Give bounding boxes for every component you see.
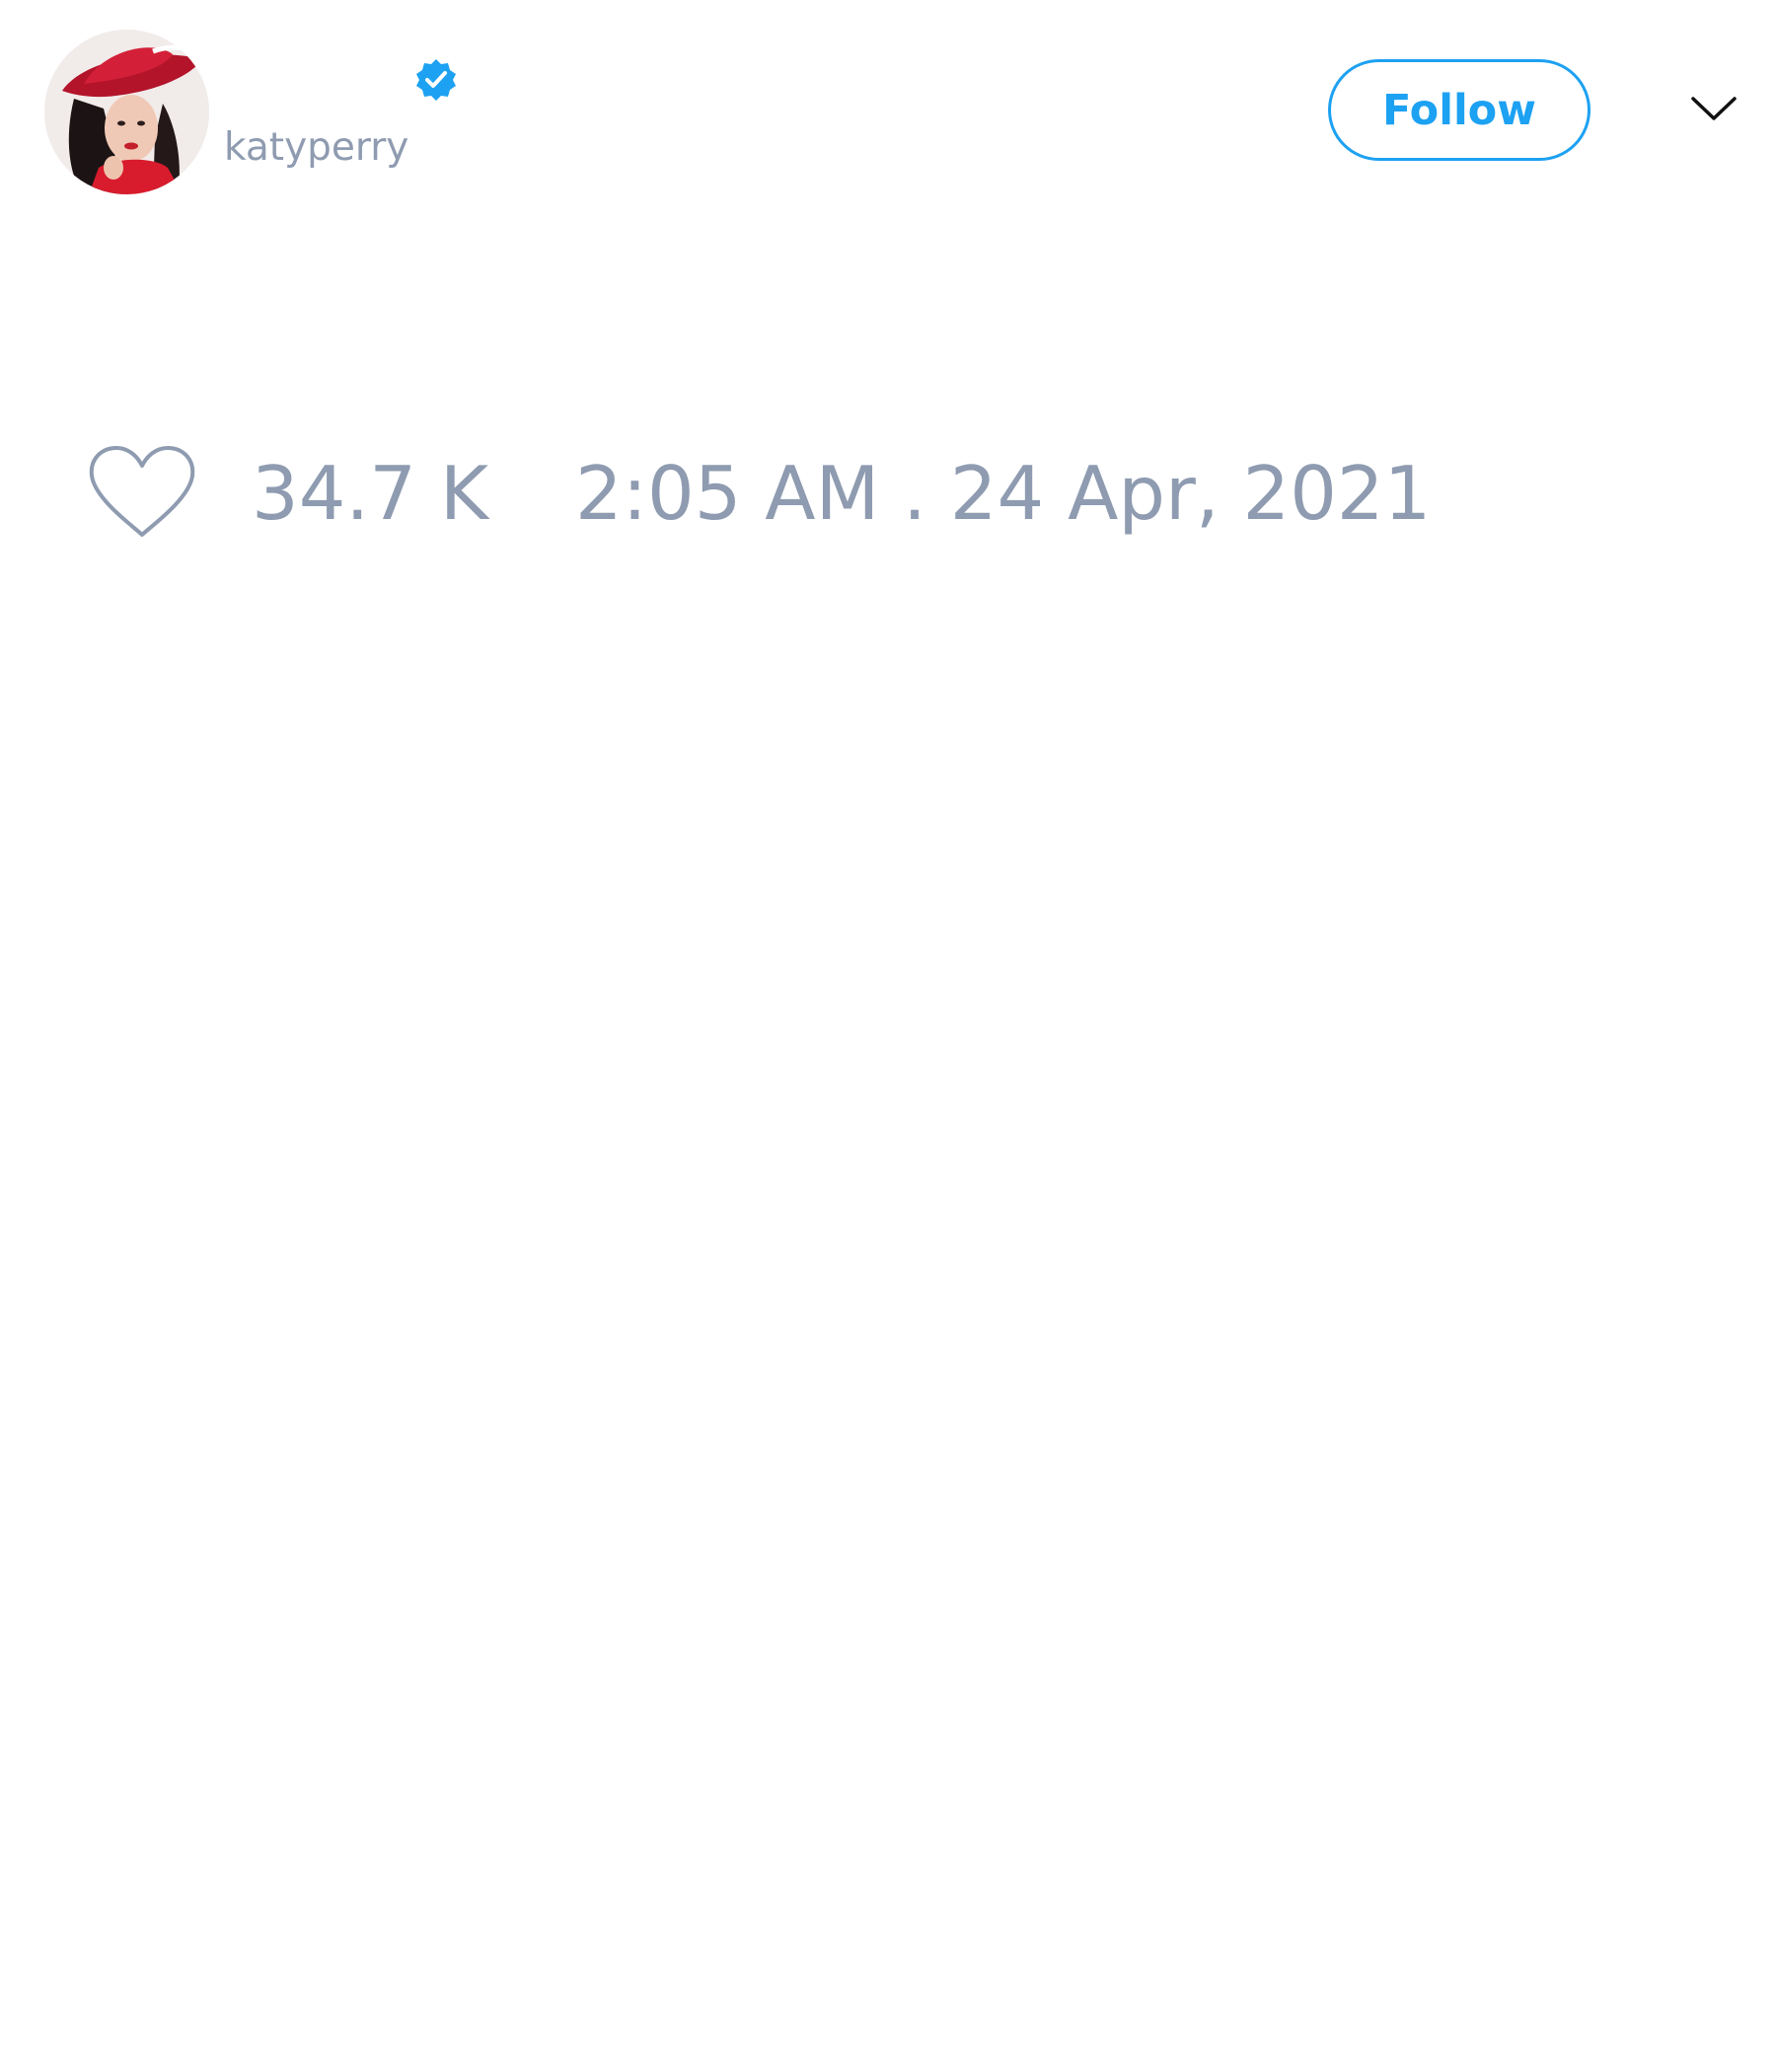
chevron-down-icon[interactable] (1689, 89, 1739, 128)
tweet-timestamp[interactable]: 2:05 AM . 24 Apr, 2021 (575, 449, 1431, 538)
tweet-card: katyperry Follow 34.7 K 2:05 AM . 24 Apr… (0, 0, 1776, 2072)
avatar[interactable] (44, 30, 209, 194)
heart-icon[interactable] (87, 444, 197, 543)
avatar-image (44, 30, 209, 194)
author-username[interactable]: katyperry (224, 124, 408, 172)
follow-button[interactable]: Follow (1328, 59, 1591, 161)
verified-badge-icon (416, 59, 456, 101)
like-count: 34.7 K (252, 450, 489, 537)
